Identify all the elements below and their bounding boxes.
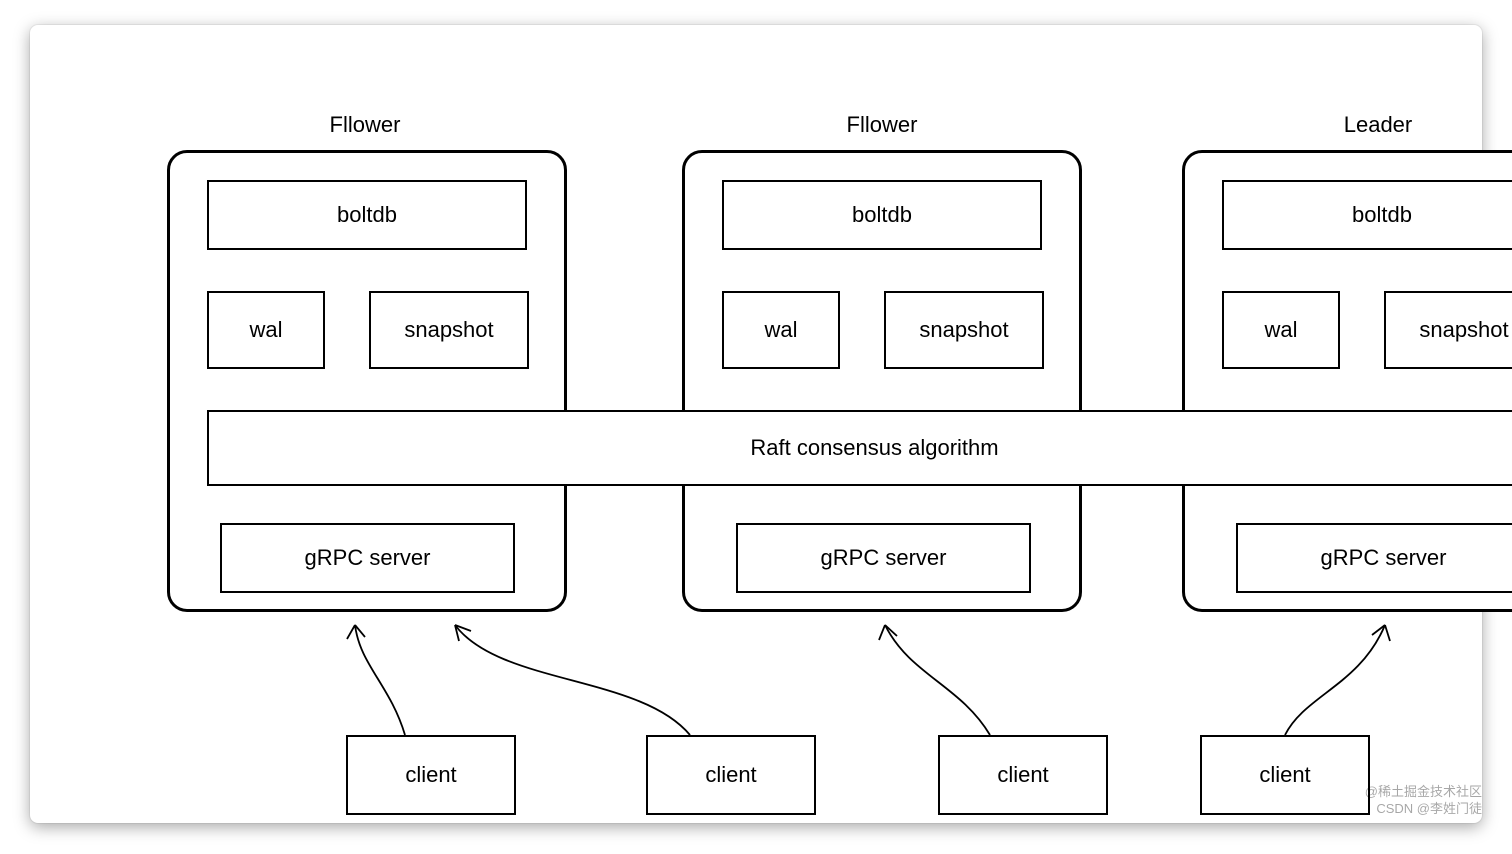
boltdb-box-1: boltdb [207, 180, 527, 250]
snapshot-box-1: snapshot [369, 291, 529, 369]
node-title-leader: Leader [1278, 112, 1478, 138]
boltdb-box-2: boltdb [722, 180, 1042, 250]
grpc-server-box-1: gRPC server [220, 523, 515, 593]
snapshot-box-3: snapshot [1384, 291, 1512, 369]
node-title-follower-1: Fllower [265, 112, 465, 138]
node-title-follower-2: Fllower [782, 112, 982, 138]
client-box-1: client [346, 735, 516, 815]
raft-consensus-bar: Raft consensus algorithm [207, 410, 1512, 486]
boltdb-box-3: boltdb [1222, 180, 1512, 250]
watermark: @稀土掘金技术社区 CSDN @李姓门徒 [1365, 784, 1482, 818]
client-box-3: client [938, 735, 1108, 815]
grpc-server-box-3: gRPC server [1236, 523, 1512, 593]
watermark-line-1: @稀土掘金技术社区 [1365, 784, 1482, 801]
diagram-frame: Fllower Fllower Leader boltdb boltdb bol… [30, 25, 1482, 823]
snapshot-box-2: snapshot [884, 291, 1044, 369]
watermark-line-2: CSDN @李姓门徒 [1365, 801, 1482, 818]
grpc-server-box-2: gRPC server [736, 523, 1031, 593]
client-box-2: client [646, 735, 816, 815]
wal-box-3: wal [1222, 291, 1340, 369]
wal-box-2: wal [722, 291, 840, 369]
wal-box-1: wal [207, 291, 325, 369]
diagram-stage: Fllower Fllower Leader boltdb boltdb bol… [30, 25, 1482, 823]
client-box-4: client [1200, 735, 1370, 815]
